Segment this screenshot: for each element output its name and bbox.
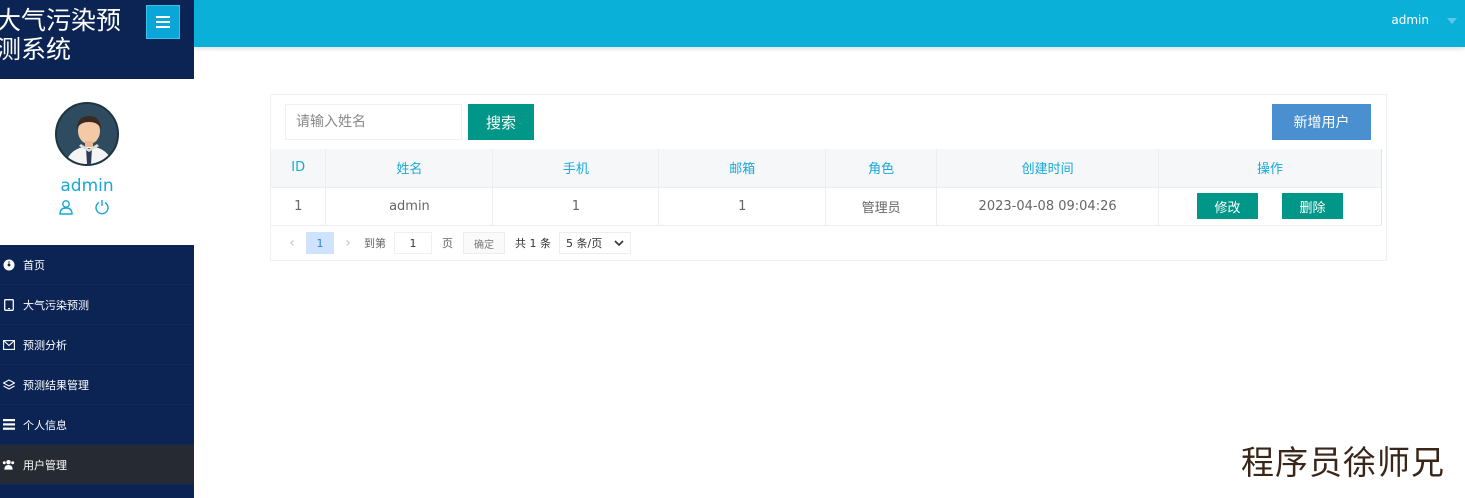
brand: 大气污染预测系统 [0,0,194,79]
sidebar-item-label: 大气污染预测 [23,298,89,312]
column-header-created[interactable]: 创建时间 [936,149,1160,187]
sidebar: 大气污染预测系统 admin 首页 大气污染预测 预测分析 预测结果管理 个人信… [0,0,194,498]
list-icon [2,419,15,430]
sidebar-item-analysis[interactable]: 预测分析 [0,325,194,365]
profile-name: admin [60,176,114,196]
table-row: 1 admin 1 1 管理员 2023-04-08 09:04:26 修改 删除 [271,186,1382,226]
delete-button[interactable]: 删除 [1282,193,1344,219]
cell-id: 1 [271,186,327,226]
add-user-button[interactable]: 新增用户 [1272,104,1371,140]
sidebar-item-home[interactable]: 首页 [0,245,194,285]
user-icon[interactable] [58,199,74,215]
pagination: ‹ 1 › 到第 页 确定 共 1 条 5 条/页 [282,231,631,255]
cell-phone: 1 [492,186,660,226]
search-button[interactable]: 搜索 [468,104,534,140]
table-header-row: ID 姓名 手机 邮箱 角色 创建时间 操作 [271,149,1382,187]
layers-icon [2,378,15,391]
users-table: ID 姓名 手机 邮箱 角色 创建时间 操作 1 admin 1 1 管理员 2… [271,149,1382,226]
dashboard-icon [2,259,15,271]
goto-confirm-button[interactable]: 确定 [463,232,505,254]
sidebar-item-users[interactable]: 用户管理 [0,445,194,485]
column-header-id[interactable]: ID [271,149,327,187]
top-header: admin [194,0,1465,47]
column-header-name[interactable]: 姓名 [325,149,494,187]
users-icon [2,459,15,470]
chevron-left-icon[interactable]: ‹ [282,235,302,251]
profile-card: admin [0,79,194,245]
power-icon[interactable] [94,199,110,215]
chevron-down-icon[interactable] [1447,18,1457,24]
profile-actions [58,199,110,215]
sidebar-item-label: 首页 [23,258,45,272]
goto-label: 到第 [364,237,386,250]
sidebar-item-profile[interactable]: 个人信息 [0,405,194,445]
edit-button[interactable]: 修改 [1197,193,1259,219]
sidebar-item-label: 个人信息 [23,418,67,432]
goto-suffix: 页 [442,237,453,250]
hamburger-icon [156,16,170,18]
column-header-email[interactable]: 邮箱 [658,149,827,187]
app-title: 大气污染预测系统 [0,6,122,64]
user-menu[interactable]: admin [1391,13,1429,27]
sidebar-item-prediction[interactable]: 大气污染预测 [0,285,194,325]
search-input[interactable] [285,104,462,140]
sidebar-item-results[interactable]: 预测结果管理 [0,365,194,405]
cell-role: 管理员 [825,186,938,226]
watermark: 程序员徐师兄 [1241,443,1445,482]
avatar[interactable] [55,102,119,166]
cell-created: 2023-04-08 09:04:26 [936,186,1160,226]
cell-email: 1 [658,186,827,226]
page-size-value: 5 条/页 [566,237,603,250]
chevron-down-icon [614,239,624,246]
column-header-role[interactable]: 角色 [825,149,938,187]
page-number-current[interactable]: 1 [306,232,334,254]
cell-actions: 修改 删除 [1158,186,1382,226]
menu-toggle-button[interactable] [146,5,180,39]
column-header-actions: 操作 [1158,149,1382,187]
chevron-right-icon[interactable]: › [338,235,358,251]
cell-name: admin [325,186,494,226]
total-count: 共 1 条 [515,237,551,250]
sidebar-nav: 首页 大气污染预测 预测分析 预测结果管理 个人信息 用户管理 [0,245,194,485]
sidebar-item-label: 用户管理 [23,458,67,472]
goto-page-input[interactable] [394,232,432,254]
sidebar-item-label: 预测分析 [23,338,67,352]
page-size-select[interactable]: 5 条/页 [559,232,631,254]
tablet-icon [2,298,15,311]
column-header-phone[interactable]: 手机 [492,149,660,187]
envelope-icon [2,339,15,350]
sidebar-item-label: 预测结果管理 [23,378,89,392]
